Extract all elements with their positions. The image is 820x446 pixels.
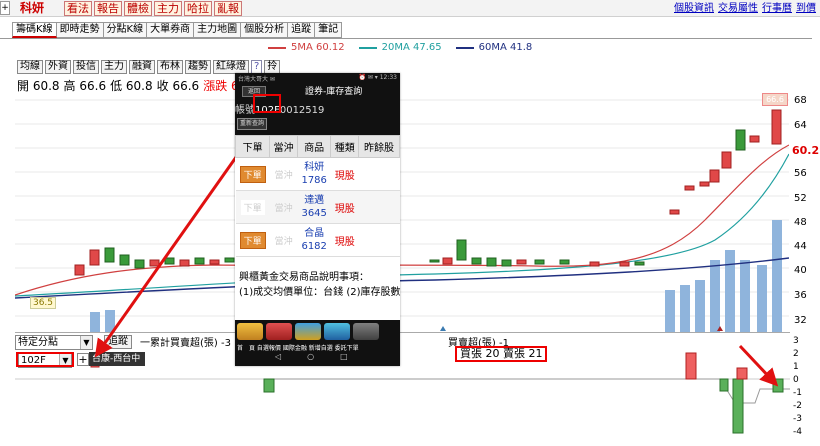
prev-shares-cell <box>358 223 400 257</box>
recents-icon[interactable]: □ <box>340 352 348 361</box>
app-root: + 科妍 看法 報告 體檢 主力 哈拉 亂報 個股資訊 交易屬性 行事曆 到價 … <box>0 0 820 446</box>
col-prev-shares: 昨餘股 <box>358 135 400 158</box>
product-name: 達邁 <box>304 195 325 206</box>
home-circle-icon[interactable]: ○ <box>307 352 314 361</box>
order-icon[interactable] <box>353 323 379 340</box>
col-kind: 種類 <box>330 135 360 158</box>
system-nav: ◁ ○ □ <box>275 352 348 361</box>
col-daytrade: 當沖 <box>269 135 298 158</box>
product-code: 1786 <box>301 175 327 186</box>
table-row: 下單 當沖 科妍 1786 現股 <box>235 157 400 191</box>
product-code: 3645 <box>301 208 327 219</box>
daytrade-cell: 當沖 <box>269 223 298 257</box>
col-order: 下單 <box>234 135 271 158</box>
status-bar-right: ⏰ ✉ ▾ 12:33 <box>358 74 397 81</box>
annotation-arrow <box>738 344 779 387</box>
product-name: 科妍 <box>304 162 325 173</box>
back-icon[interactable]: ◁ <box>275 352 281 361</box>
daytrade-cell: 當沖 <box>269 190 298 224</box>
table-row: 下單 當沖 達邁 3645 現股 <box>235 190 400 224</box>
product-cell[interactable]: 達邁 3645 <box>297 190 331 224</box>
kind-cell: 現股 <box>330 157 359 191</box>
col-product: 商品 <box>296 135 332 158</box>
phone-screenshot: 台灣大哥大 ✉ ⏰ ✉ ▾ 12:33 返回 證券-庫存查詢 帳號102F001… <box>234 73 401 366</box>
account-number: 0012519 <box>279 105 325 116</box>
holdings-table: 下單 當沖 商品 種類 昨餘股 下單 當沖 科妍 1786 現股 下單 當沖 達… <box>234 135 400 257</box>
status-bar-left: 台灣大哥大 ✉ <box>238 76 275 83</box>
order-button[interactable]: 下單 <box>239 231 266 249</box>
phone-title: 證券-庫存查詢 <box>305 87 363 97</box>
prev-shares-cell <box>358 190 400 224</box>
notes: 興櫃黃金交易商品說明事項： (1)成交均價單位：台錢 (2)庫存股數 <box>239 270 404 300</box>
phone-nav-bar: 首 頁 自選報價 國際金融 新增自選 委託下單 ◁ ○ □ <box>235 320 400 366</box>
note-title: 興櫃黃金交易商品說明事項： <box>239 272 369 283</box>
quote-icon[interactable] <box>266 323 292 340</box>
highlight-box <box>253 94 281 113</box>
requery-button[interactable]: 重新查詢 <box>237 118 267 130</box>
annotation-arrows <box>94 125 779 387</box>
product-cell[interactable]: 科妍 1786 <box>297 157 331 191</box>
add-favorite-icon[interactable] <box>324 323 350 340</box>
home-icon[interactable] <box>237 323 263 340</box>
order-button[interactable]: 下單 <box>239 165 266 183</box>
product-name: 合晶 <box>304 228 325 239</box>
prev-shares-cell <box>358 157 400 191</box>
product-cell[interactable]: 合晶 6182 <box>297 223 331 257</box>
product-code: 6182 <box>301 241 327 252</box>
order-button: 下單 <box>240 199 265 215</box>
kind-cell: 現股 <box>330 190 359 224</box>
nav-labels: 首 頁 自選報價 國際金融 新增自選 委託下單 <box>237 345 359 352</box>
table-row: 下單 當沖 合晶 6182 現股 <box>235 223 400 257</box>
account-prefix: 帳號 <box>235 105 255 116</box>
nav-icons <box>237 323 379 340</box>
note-body: (1)成交均價單位：台錢 (2)庫存股數 <box>239 287 401 298</box>
table-header: 下單 當沖 商品 種類 昨餘股 <box>234 135 400 158</box>
kind-cell: 現股 <box>330 223 359 257</box>
globe-icon[interactable] <box>295 323 321 340</box>
daytrade-cell: 當沖 <box>269 157 298 191</box>
